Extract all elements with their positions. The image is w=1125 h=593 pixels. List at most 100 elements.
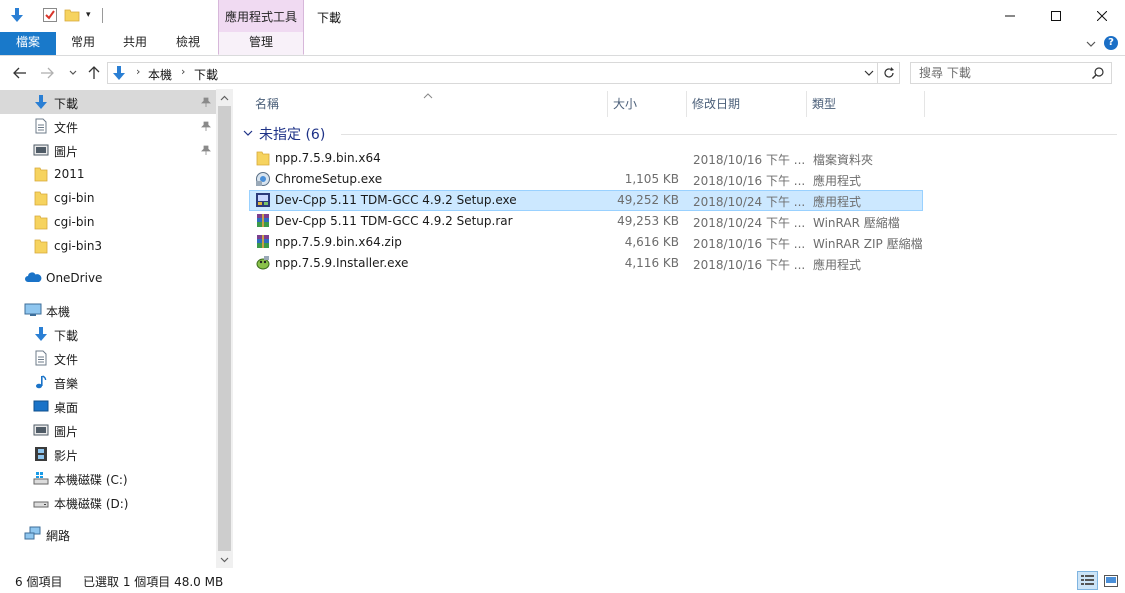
nav-item-pc-pictures[interactable]: 圖片 bbox=[0, 418, 216, 442]
tab-share[interactable]: 共用 bbox=[110, 32, 160, 55]
nav-item-folder-cgi-bin3[interactable]: cgi-bin3 bbox=[0, 234, 216, 258]
file-size: 4,116 KB bbox=[624, 256, 679, 270]
nav-item-pc-videos[interactable]: 影片 bbox=[0, 442, 216, 466]
search-box[interactable] bbox=[910, 62, 1112, 84]
maximize-button[interactable] bbox=[1033, 0, 1079, 32]
file-row[interactable]: npp.7.5.9.Installer.exe 4,116 KB 2018/10… bbox=[249, 253, 923, 274]
nav-item-network[interactable]: 網路 bbox=[0, 522, 216, 546]
contextual-tools-label: 應用程式工具 bbox=[218, 0, 304, 32]
nav-item-pictures[interactable]: 圖片 bbox=[0, 138, 216, 162]
nav-item-pc-documents[interactable]: 文件 bbox=[0, 346, 216, 370]
nav-item-this-pc[interactable]: 本機 bbox=[0, 298, 216, 322]
chevron-down-icon[interactable] bbox=[862, 66, 876, 80]
nav-item-label: OneDrive bbox=[46, 271, 103, 285]
refresh-button[interactable] bbox=[878, 62, 900, 84]
pictures-icon bbox=[33, 142, 49, 158]
tab-home[interactable]: 常用 bbox=[58, 32, 108, 55]
breadcrumb-chevron-icon[interactable]: › bbox=[136, 65, 140, 78]
minimize-button[interactable] bbox=[987, 0, 1033, 32]
chevron-down-icon[interactable] bbox=[1084, 37, 1098, 51]
column-header-date[interactable]: 修改日期 bbox=[686, 91, 806, 117]
pin-icon[interactable] bbox=[201, 96, 211, 110]
large-icons-view-icon[interactable] bbox=[1100, 571, 1121, 590]
column-header-type[interactable]: 類型 bbox=[806, 91, 924, 117]
column-header-size[interactable]: 大小 bbox=[607, 91, 686, 117]
scroll-up-arrow-icon[interactable] bbox=[216, 89, 233, 106]
group-header[interactable]: 未指定 (6) bbox=[243, 123, 1117, 143]
nav-item-pc-downloads[interactable]: 下載 bbox=[0, 322, 216, 346]
back-arrow-icon[interactable] bbox=[11, 64, 29, 82]
file-name: ChromeSetup.exe bbox=[275, 172, 383, 186]
tab-file[interactable]: 檔案 bbox=[0, 32, 56, 55]
breadcrumb-this-pc[interactable]: 本機 bbox=[148, 66, 172, 83]
properties-check-icon[interactable] bbox=[42, 7, 58, 23]
maximize-icon bbox=[1051, 11, 1061, 21]
nav-item-documents[interactable]: 文件 bbox=[0, 114, 216, 138]
download-arrow-icon bbox=[33, 326, 49, 342]
forward-arrow-icon[interactable] bbox=[38, 64, 56, 82]
help-icon[interactable]: ? bbox=[1104, 36, 1118, 50]
details-view-icon[interactable] bbox=[1077, 571, 1098, 590]
nav-item-downloads[interactable]: 下載 bbox=[0, 90, 216, 114]
nav-item-pc-desktop[interactable]: 桌面 bbox=[0, 394, 216, 418]
nav-item-label: 本機 bbox=[46, 305, 71, 319]
file-name: npp.7.5.9.bin.x64 bbox=[275, 151, 381, 165]
download-arrow-icon[interactable] bbox=[9, 7, 25, 23]
new-folder-icon[interactable] bbox=[64, 7, 80, 23]
scroll-down-arrow-icon[interactable] bbox=[216, 551, 233, 568]
file-date: 2018/10/16 下午 ... bbox=[693, 237, 806, 251]
navigation-scrollbar[interactable] bbox=[216, 89, 233, 568]
up-arrow-icon[interactable] bbox=[85, 64, 103, 82]
pin-icon[interactable] bbox=[201, 120, 211, 134]
desktop-icon bbox=[33, 398, 49, 414]
winrar-icon bbox=[255, 234, 271, 250]
close-icon bbox=[1097, 11, 1107, 21]
music-note-icon bbox=[33, 374, 49, 390]
file-row-selected[interactable]: Dev-Cpp 5.11 TDM-GCC 4.9.2 Setup.exe 49,… bbox=[249, 190, 923, 211]
file-row[interactable]: Dev-Cpp 5.11 TDM-GCC 4.9.2 Setup.rar 49,… bbox=[249, 211, 923, 232]
notepadpp-icon bbox=[255, 255, 271, 271]
breadcrumb-downloads[interactable]: 下載 bbox=[194, 66, 218, 83]
file-row[interactable]: ChromeSetup.exe 1,105 KB 2018/10/16 下午 .… bbox=[249, 169, 923, 190]
file-type: WinRAR ZIP 壓縮檔 bbox=[813, 237, 923, 251]
navigation-pane: 下載 文件 圖片 2011 cgi-bin cgi-bin cgi-bin3 O… bbox=[0, 89, 216, 568]
file-name: npp.7.5.9.Installer.exe bbox=[275, 256, 409, 270]
breadcrumb-chevron-icon[interactable]: › bbox=[181, 65, 185, 78]
nav-item-drive-d[interactable]: 本機磁碟 (D:) bbox=[0, 490, 216, 514]
pictures-icon bbox=[33, 422, 49, 438]
nav-item-folder-2011[interactable]: 2011 bbox=[0, 162, 216, 186]
file-row[interactable]: npp.7.5.9.bin.x64 2018/10/16 下午 ... 檔案資料… bbox=[249, 148, 923, 169]
column-divider[interactable] bbox=[924, 91, 925, 117]
file-row[interactable]: npp.7.5.9.bin.x64.zip 4,616 KB 2018/10/1… bbox=[249, 232, 923, 253]
nav-item-onedrive[interactable]: OneDrive bbox=[0, 266, 216, 290]
nav-item-folder-cgi-bin[interactable]: cgi-bin bbox=[0, 186, 216, 210]
nav-item-label: 桌面 bbox=[54, 401, 79, 415]
chevron-down-icon[interactable] bbox=[243, 127, 253, 141]
nav-item-label: 音樂 bbox=[54, 377, 79, 391]
group-divider bbox=[341, 134, 1117, 135]
file-name: Dev-Cpp 5.11 TDM-GCC 4.9.2 Setup.rar bbox=[275, 214, 513, 228]
ribbon-tabs: 檔案 常用 共用 檢視 管理 ? bbox=[0, 32, 1125, 56]
computer-icon bbox=[24, 302, 42, 318]
tab-view[interactable]: 檢視 bbox=[163, 32, 213, 55]
pin-icon[interactable] bbox=[201, 144, 211, 158]
minimize-icon bbox=[1005, 15, 1015, 17]
nav-item-pc-music[interactable]: 音樂 bbox=[0, 370, 216, 394]
search-input[interactable] bbox=[919, 66, 1089, 80]
nav-item-drive-c[interactable]: 本機磁碟 (C:) bbox=[0, 466, 216, 490]
scrollbar-thumb[interactable] bbox=[218, 106, 231, 551]
recent-locations-icon[interactable] bbox=[64, 64, 82, 82]
file-name: Dev-Cpp 5.11 TDM-GCC 4.9.2 Setup.exe bbox=[275, 193, 517, 207]
file-size: 49,252 KB bbox=[617, 193, 679, 207]
nav-item-label: 文件 bbox=[54, 121, 79, 135]
search-icon[interactable] bbox=[1091, 66, 1105, 83]
nav-item-label: cgi-bin3 bbox=[54, 239, 103, 253]
close-button[interactable] bbox=[1079, 0, 1125, 32]
file-date: 2018/10/24 下午 ... bbox=[693, 216, 806, 230]
nav-item-label: cgi-bin bbox=[54, 215, 95, 229]
address-bar[interactable]: › 本機 › 下載 bbox=[107, 62, 878, 84]
file-date: 2018/10/16 下午 ... bbox=[693, 258, 806, 272]
tab-manage[interactable]: 管理 bbox=[218, 32, 304, 55]
nav-item-folder-cgi-bin-2[interactable]: cgi-bin bbox=[0, 210, 216, 234]
customize-qat-icon[interactable]: ▾ bbox=[86, 10, 91, 20]
